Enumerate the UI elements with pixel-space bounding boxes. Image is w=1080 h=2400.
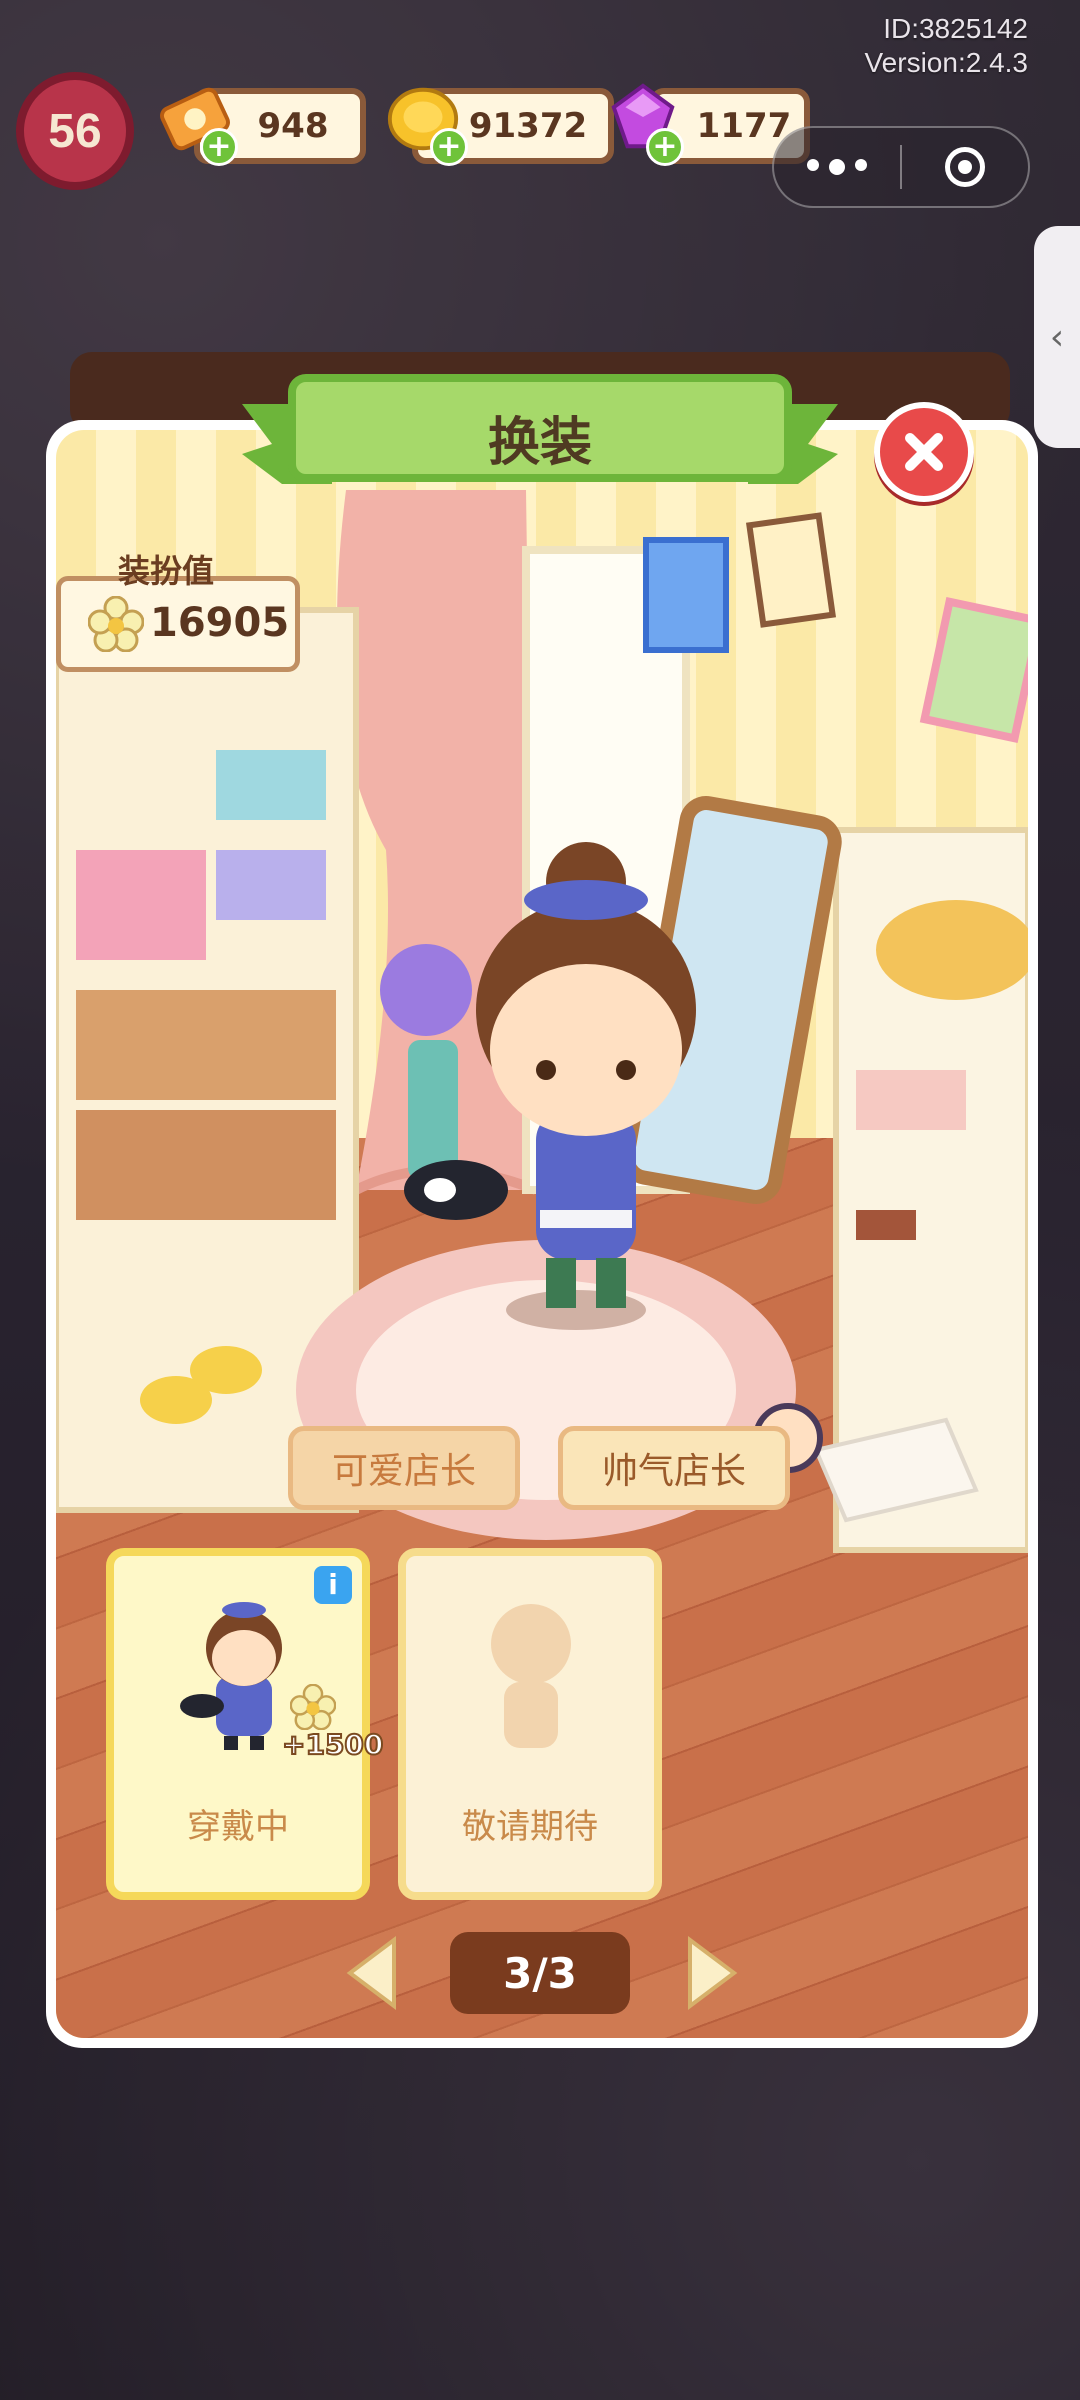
tab-cool-manager[interactable]: 帅气店长 bbox=[558, 1426, 790, 1510]
build-info: ID:3825142 Version:2.4.3 bbox=[865, 12, 1028, 80]
add-ticket-icon[interactable]: + bbox=[200, 128, 238, 166]
dress-value-number: 16905 bbox=[150, 600, 290, 646]
outfit-bonus: +1500 bbox=[281, 1727, 384, 1762]
level-badge[interactable]: 56 bbox=[16, 72, 134, 190]
side-drawer-tab[interactable]: ‹ bbox=[1034, 226, 1080, 448]
panel-title: 换装 bbox=[487, 413, 592, 473]
add-gem-icon[interactable]: + bbox=[646, 128, 684, 166]
tab-cute-manager[interactable]: 可爱店长 bbox=[288, 1426, 520, 1510]
level-number: 56 bbox=[48, 104, 102, 158]
player-id: ID:3825142 bbox=[883, 13, 1028, 44]
close-button[interactable] bbox=[874, 402, 974, 502]
tab-cute-label: 可爱店长 bbox=[331, 1451, 476, 1492]
more-menu-icon[interactable] bbox=[774, 159, 900, 175]
coin-value: 91372 bbox=[468, 106, 588, 146]
prev-page-icon[interactable] bbox=[346, 1936, 398, 2010]
flower-bonus-icon bbox=[290, 1684, 336, 1730]
close-icon bbox=[905, 433, 943, 471]
dress-value-label: 装扮值 bbox=[118, 552, 215, 590]
close-miniprogram-icon[interactable] bbox=[902, 147, 1028, 187]
add-coin-icon[interactable]: + bbox=[430, 128, 468, 166]
mini-program-capsule bbox=[772, 126, 1030, 208]
chevron-left-icon: ‹ bbox=[1049, 316, 1065, 358]
gem-value: 1177 bbox=[696, 106, 792, 146]
version-text: Version:2.4.3 bbox=[864, 47, 1028, 78]
outfit-card-equipped[interactable]: i +1500 穿戴中 bbox=[106, 1548, 384, 1900]
tab-cool-label: 帅气店长 bbox=[601, 1451, 746, 1492]
ticket-value: 948 bbox=[257, 106, 329, 146]
outfit-status-equipped: 穿戴中 bbox=[187, 1807, 289, 1847]
silhouette-icon bbox=[491, 1604, 571, 1748]
page-indicator: 3/3 bbox=[450, 1932, 630, 2014]
info-icon[interactable]: i bbox=[314, 1566, 352, 1604]
outfit-status-coming-soon: 敬请期待 bbox=[462, 1807, 598, 1847]
page-number: 3/3 bbox=[503, 1948, 577, 1998]
flower-icon bbox=[88, 596, 144, 652]
outfit-card-locked[interactable]: 敬请期待 bbox=[398, 1548, 662, 1900]
next-page-icon[interactable] bbox=[686, 1936, 738, 2010]
